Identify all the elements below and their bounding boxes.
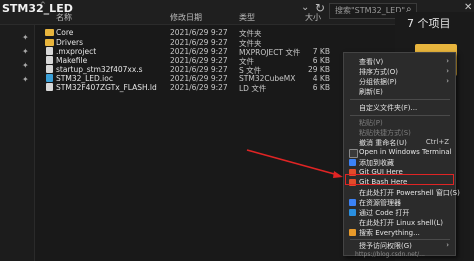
- explorer-icon: [349, 199, 356, 206]
- search-icon: [349, 229, 356, 236]
- menu-item-view[interactable]: 查看(V) ›: [345, 57, 455, 67]
- shortcut-label: Ctrl+Z: [425, 138, 449, 146]
- star-icon: [349, 159, 356, 166]
- context-menu: 查看(V) › 排序方式(O) › 分组依据(P) › 刷新(E) 自定义文件夹(F)…: [343, 52, 460, 256]
- menu-item-group[interactable]: 分组依据(P) ›: [345, 77, 455, 87]
- chevron-right-icon: ›: [446, 77, 449, 85]
- menu-item-explorer[interactable]: 在资源管理器: [345, 198, 455, 208]
- menu-item-linux-shell[interactable]: 在此处打开 Linux shell(L): [345, 218, 455, 228]
- menu-item-windows-terminal[interactable]: Open in Windows Terminal: [345, 148, 455, 158]
- menu-item-add-favorite[interactable]: 添加到收藏: [345, 158, 455, 168]
- terminal-icon: [349, 149, 358, 158]
- menu-separator: [350, 99, 450, 100]
- menu-separator: [350, 115, 450, 116]
- menu-item-customize[interactable]: 自定义文件夹(F)...: [345, 103, 455, 113]
- menu-item-refresh[interactable]: 刷新(E): [345, 87, 455, 97]
- menu-item-open-code[interactable]: 通过 Code 打开: [345, 208, 455, 218]
- vscode-icon: [349, 209, 356, 216]
- menu-item-paste-shortcut[interactable]: 粘贴快捷方式(S): [345, 128, 455, 138]
- watermark: https://blog.csdn.net/...: [355, 251, 425, 258]
- chevron-right-icon: ›: [446, 67, 449, 75]
- menu-item-undo-rename[interactable]: 撤消 重命名(U) Ctrl+Z: [345, 138, 455, 148]
- arrow-line: [246, 149, 339, 176]
- arrow-head: [333, 171, 343, 178]
- menu-item-sort[interactable]: 排序方式(O) ›: [345, 67, 455, 77]
- chevron-right-icon: ›: [446, 241, 449, 249]
- highlight-box: [345, 174, 454, 185]
- menu-item-search-everything[interactable]: 搜索 Everything...: [345, 228, 455, 238]
- menu-separator: [350, 239, 450, 240]
- chevron-right-icon: ›: [446, 57, 449, 65]
- menu-item-paste[interactable]: 粘贴(P): [345, 118, 455, 128]
- menu-item-grant-access[interactable]: 授予访问权限(G) ›: [345, 241, 455, 251]
- menu-item-open-powershell[interactable]: 在此处打开 Powershell 窗口(S): [345, 188, 460, 198]
